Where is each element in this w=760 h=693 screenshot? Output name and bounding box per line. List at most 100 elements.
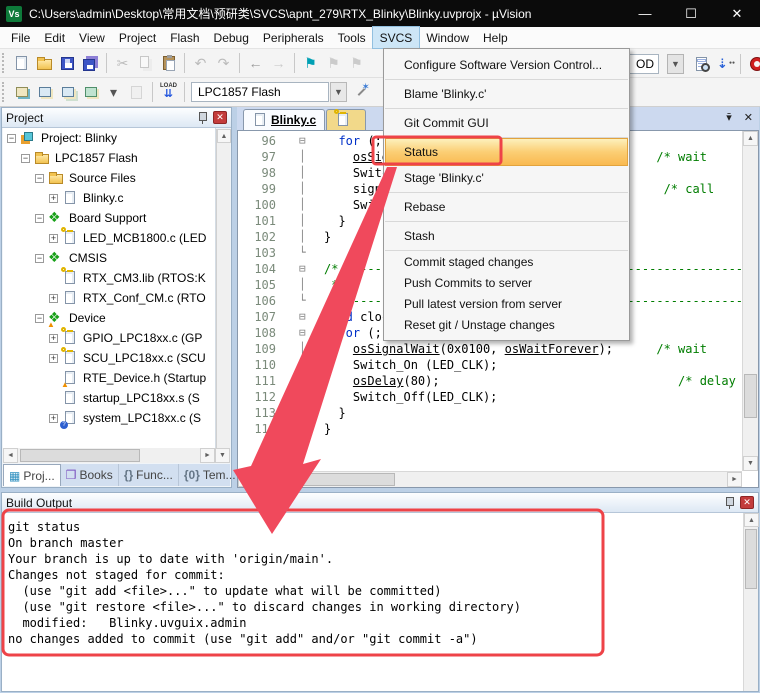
scroll-right-button[interactable]: ►	[727, 472, 742, 487]
scrollbar-thumb[interactable]	[20, 449, 140, 462]
fold-collapse-icon[interactable]: ⊟	[282, 133, 320, 149]
navigate-forward-button[interactable]: →	[267, 51, 290, 75]
batch-build-button[interactable]	[79, 80, 102, 104]
previous-bookmark-button[interactable]: ⚑	[322, 51, 345, 75]
editor-tab[interactable]	[326, 109, 366, 130]
svcs-menu-item-rebase[interactable]: Rebase	[384, 194, 629, 220]
tree-item[interactable]: +LED_MCB1800.c (LED	[3, 228, 215, 248]
target-select-dropdown[interactable]: ▼	[330, 82, 347, 102]
pin-icon[interactable]	[198, 111, 207, 124]
scrollbar-thumb[interactable]	[744, 374, 757, 418]
find-in-files-button[interactable]	[690, 52, 713, 76]
menu-svcs[interactable]: SVCS	[373, 27, 420, 48]
translate-button[interactable]	[10, 80, 33, 104]
project-tree-vertical-scrollbar[interactable]: ▲	[216, 129, 230, 448]
maximize-button[interactable]: ☐	[668, 0, 714, 27]
svcs-menu-item-stage-blinky-c[interactable]: Stage 'Blinky.c'	[384, 165, 629, 191]
collapse-icon[interactable]: −	[35, 254, 44, 263]
new-file-button[interactable]	[10, 51, 33, 75]
expand-icon[interactable]: +	[49, 234, 58, 243]
paste-button[interactable]	[157, 51, 180, 75]
scroll-down-button[interactable]: ▼	[215, 448, 230, 463]
tree-item[interactable]: RTX_CM3.lib (RTOS:K	[3, 268, 215, 288]
close-button[interactable]: ✕	[714, 0, 760, 27]
download-button[interactable]: LOAD⇊	[157, 80, 180, 104]
tree-item[interactable]: +RTX_Conf_CM.c (RTO	[3, 288, 215, 308]
scroll-down-button[interactable]: ▼	[743, 456, 758, 471]
menu-peripherals[interactable]: Peripherals	[256, 27, 331, 48]
project-tree-horizontal-scrollbar[interactable]: ◄ ► ▼	[3, 448, 230, 463]
scroll-up-button[interactable]: ▲	[743, 131, 758, 146]
scroll-left-button[interactable]: ◄	[238, 472, 253, 487]
document-menu-icon[interactable]: ▾̄	[726, 111, 732, 125]
save-button[interactable]	[56, 51, 79, 75]
tab-books[interactable]: ❒Books	[61, 464, 119, 486]
expand-icon[interactable]: +	[49, 194, 58, 203]
editor-vertical-scrollbar[interactable]: ▲ ▼	[742, 131, 758, 471]
expand-icon[interactable]: +	[49, 334, 58, 343]
svcs-menu-item-git-commit-gui[interactable]: Git Commit GUI	[384, 110, 629, 136]
fold-collapse-icon[interactable]: ⊟	[282, 261, 320, 277]
menu-file[interactable]: File	[4, 27, 37, 48]
tree-item[interactable]: −❖▲Device	[3, 308, 215, 328]
svcs-menu-item-blame-blinky-c[interactable]: Blame 'Blinky.c'	[384, 81, 629, 107]
scroll-up-button[interactable]: ▲	[217, 129, 231, 143]
collapse-icon[interactable]: −	[7, 134, 16, 143]
menu-help[interactable]: Help	[476, 27, 515, 48]
tab-templates[interactable]: {0}Tem...	[179, 464, 242, 486]
minimize-button[interactable]: —	[622, 0, 668, 27]
tab-project[interactable]: ▦Proj...	[3, 464, 61, 486]
collapse-icon[interactable]: −	[35, 174, 44, 183]
scroll-right-button[interactable]: ►	[200, 448, 215, 463]
scroll-left-button[interactable]: ◄	[3, 448, 18, 463]
batch-build-dropdown[interactable]: ▾	[102, 80, 125, 104]
cut-button[interactable]: ✂	[111, 51, 134, 75]
menu-view[interactable]: View	[72, 27, 112, 48]
svcs-menu-item-commit-staged-changes[interactable]: Commit staged changes	[384, 252, 629, 273]
scrollbar-thumb[interactable]	[255, 473, 395, 486]
svcs-menu-item-stash[interactable]: Stash	[384, 223, 629, 249]
open-file-button[interactable]	[33, 51, 56, 75]
stop-build-button[interactable]	[125, 80, 148, 104]
copy-button[interactable]	[134, 51, 157, 75]
tree-item[interactable]: −Source Files	[3, 168, 215, 188]
rebuild-button[interactable]	[56, 80, 79, 104]
document-close-icon[interactable]: ✕	[744, 111, 753, 125]
collapse-icon[interactable]: −	[21, 154, 30, 163]
tab-functions[interactable]: {}Func...	[119, 464, 179, 486]
next-bookmark-button[interactable]: ⚑	[345, 51, 368, 75]
svcs-menu-item-push-commits-to-server[interactable]: Push Commits to server	[384, 273, 629, 294]
target-select[interactable]: LPC1857 Flash	[191, 82, 329, 102]
save-all-button[interactable]	[79, 51, 102, 75]
start-debug-button[interactable]	[745, 52, 760, 76]
toolbar-grip[interactable]	[2, 53, 7, 73]
insert-bookmark-button[interactable]: ⚑	[299, 51, 322, 75]
editor-horizontal-scrollbar[interactable]: ◄ ►	[238, 471, 742, 487]
toolbar-grip[interactable]	[2, 82, 7, 102]
menu-project[interactable]: Project	[112, 27, 163, 48]
navigate-back-button[interactable]: ←	[244, 51, 267, 75]
scrollbar-thumb[interactable]	[745, 529, 757, 589]
redo-button[interactable]: ↷	[212, 51, 235, 75]
tree-item[interactable]: +SCU_LPC18xx.c (SCU	[3, 348, 215, 368]
tree-item[interactable]: −❖Board Support	[3, 208, 215, 228]
tree-item[interactable]: +?system_LPC18xx.c (S	[3, 408, 215, 428]
tree-item[interactable]: +GPIO_LPC18xx.c (GP	[3, 328, 215, 348]
build-button[interactable]	[33, 80, 56, 104]
expand-icon[interactable]: +	[49, 354, 58, 363]
editor-tab-blinky.c[interactable]: Blinky.c	[243, 109, 325, 130]
svcs-menu-item-pull-latest-version-from-server[interactable]: Pull latest version from server	[384, 294, 629, 315]
search-dropdown-button[interactable]: ▼	[667, 54, 684, 74]
tree-item[interactable]: startup_LPC18xx.s (S	[3, 388, 215, 408]
expand-icon[interactable]: +	[49, 414, 58, 423]
collapse-icon[interactable]: −	[35, 214, 44, 223]
fold-collapse-icon[interactable]: ⊟	[282, 325, 320, 341]
svcs-menu-item-status[interactable]: Status	[386, 139, 627, 165]
pin-icon[interactable]	[725, 496, 734, 509]
build-output-scrollbar[interactable]: ▲	[743, 513, 758, 691]
svcs-menu-item-configure-software-version-control[interactable]: Configure Software Version Control...	[384, 52, 629, 78]
incremental-find-button[interactable]: ⇣	[713, 52, 736, 76]
tree-item[interactable]: −❖CMSIS	[3, 248, 215, 268]
undo-button[interactable]: ↶	[189, 51, 212, 75]
build-output-close-button[interactable]: ✕	[740, 496, 754, 509]
